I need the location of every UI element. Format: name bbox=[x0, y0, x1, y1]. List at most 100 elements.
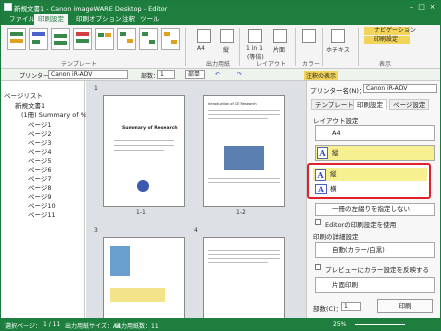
minimize-icon[interactable]: – bbox=[407, 3, 416, 11]
ribbon-separator bbox=[185, 28, 186, 66]
page-list-title: ページリスト bbox=[4, 92, 43, 100]
template-thumb-6[interactable] bbox=[117, 28, 136, 50]
zoom-slider[interactable] bbox=[355, 324, 405, 325]
duplex-select[interactable]: 片面印刷 bbox=[315, 277, 435, 293]
nup-icon[interactable] bbox=[248, 29, 262, 43]
page-label: 1-1 bbox=[136, 209, 146, 216]
copies-input[interactable]: 1 bbox=[157, 70, 175, 79]
paper-icon[interactable] bbox=[197, 29, 211, 43]
tree-document[interactable]: 新規文書1 bbox=[15, 102, 45, 110]
template-thumb-7[interactable] bbox=[139, 28, 158, 50]
group-label-view: 表示 bbox=[379, 61, 392, 68]
color-section-title: 印刷の詳細設定 bbox=[313, 233, 359, 241]
color-mode-select[interactable]: 自動(カラー/白黒) bbox=[315, 242, 435, 258]
color-icon[interactable] bbox=[302, 29, 316, 43]
page-thumbnail[interactable] bbox=[103, 237, 185, 318]
page-heading: Introduction of CE Research bbox=[208, 102, 257, 106]
tab-page-settings[interactable]: ページ設定 bbox=[389, 99, 430, 110]
redo-icon[interactable]: ↷ bbox=[237, 71, 242, 78]
binding-select[interactable]: 一冊の左綴りを指定しない bbox=[315, 203, 435, 216]
editor-settings-checkbox[interactable]: Editorの印刷設定を使用 bbox=[325, 219, 440, 229]
status-paper-size: 出力用紙サイズ：A4 bbox=[65, 323, 121, 330]
menu-bar: ファイル 印刷設定 印刷オプション 注釈 ツール bbox=[1, 13, 440, 25]
tab-print-settings[interactable]: 印刷設定 bbox=[353, 99, 387, 110]
preview-area: 1 Summary of Research 1-1 Introduction o… bbox=[86, 81, 306, 318]
orientation-button[interactable]: 縦 bbox=[223, 45, 229, 54]
template-thumb-8[interactable] bbox=[161, 28, 180, 50]
page-heading: Summary of Research bbox=[122, 126, 178, 131]
tree-page[interactable]: ページ4 bbox=[28, 148, 52, 156]
print-settings-toggle[interactable]: 印刷設定 bbox=[364, 36, 410, 44]
tree-page[interactable]: ページ2 bbox=[28, 130, 52, 138]
status-sheet-count: 出力用紙数：11 bbox=[115, 323, 159, 330]
page-list-pane: ページリスト 新規文書1 (1冊) Summary of % ページ1 ページ2… bbox=[1, 81, 87, 318]
page-thumbnail[interactable]: Summary of Research bbox=[103, 95, 185, 207]
table-image bbox=[110, 288, 165, 302]
staple-button[interactable]: ホチキス bbox=[326, 45, 350, 54]
toolbar: プリンター： Canon iR-ADV 部数： 1 部単 ↶ ↷ 注釈の表示 bbox=[1, 69, 440, 81]
photo-image bbox=[224, 146, 264, 170]
duplex-button[interactable]: 片面 bbox=[273, 45, 285, 54]
paper-button[interactable]: A4 bbox=[197, 45, 205, 52]
orientation-dropdown-list: 縦 A 横 A bbox=[307, 163, 431, 199]
group-label-layout: レイアウト bbox=[256, 61, 287, 68]
layout-section-title: レイアウト設定 bbox=[313, 117, 359, 125]
orientation-icon[interactable] bbox=[220, 29, 234, 43]
template-thumb-3[interactable] bbox=[51, 28, 70, 50]
checkbox-icon[interactable] bbox=[315, 219, 321, 225]
annotation-toggle[interactable]: 注釈の表示 bbox=[304, 71, 339, 80]
printer-select[interactable]: Canon iR-ADV bbox=[48, 70, 128, 79]
copies-input[interactable]: 1 bbox=[341, 302, 361, 311]
staple-icon[interactable] bbox=[331, 29, 345, 43]
portrait-icon: A bbox=[315, 169, 326, 181]
tree-page[interactable]: ページ11 bbox=[28, 211, 56, 219]
template-thumb-4[interactable] bbox=[73, 28, 92, 50]
tree-page[interactable]: ページ9 bbox=[28, 193, 52, 201]
portrait-icon: A bbox=[317, 147, 328, 159]
ribbon-separator bbox=[239, 28, 240, 66]
tree-page[interactable]: ページ1 bbox=[28, 121, 52, 129]
checkbox-icon[interactable] bbox=[315, 264, 321, 270]
tree-page[interactable]: ページ7 bbox=[28, 175, 52, 183]
ribbon: テンプレート A4 縦 出力用紙 1 in 1 (等倍) 片面 レイアウト カラ… bbox=[1, 25, 440, 69]
navigation-toggle[interactable]: ナビゲーション bbox=[364, 27, 416, 35]
menu-tools[interactable]: ツール bbox=[136, 14, 164, 25]
option-landscape[interactable]: 横 bbox=[313, 183, 427, 196]
tree-page[interactable]: ページ5 bbox=[28, 157, 52, 165]
tree-binder[interactable]: (1冊) Summary of % bbox=[21, 111, 87, 119]
status-bar: 選択ページ： 1 / 11 出力用紙サイズ：A4 出力用紙数：11 25% bbox=[1, 318, 440, 330]
zoom-level: 25% bbox=[333, 321, 347, 328]
paper-size-select[interactable]: A4 bbox=[315, 125, 435, 141]
group-label-paper: 出力用紙 bbox=[206, 61, 231, 68]
tree-page[interactable]: ページ8 bbox=[28, 184, 52, 192]
preview-color-checkbox[interactable]: プレビューにカラー設定を反映する bbox=[325, 264, 440, 274]
template-thumb-1[interactable] bbox=[7, 28, 26, 50]
template-thumb-2[interactable] bbox=[29, 28, 48, 50]
tab-template[interactable]: テンプレート bbox=[311, 99, 358, 110]
close-icon[interactable]: × bbox=[428, 3, 437, 11]
page-thumbnail[interactable] bbox=[203, 237, 285, 318]
app-icon bbox=[4, 3, 12, 11]
settings-pane: プリンター名(N)： Canon iR-ADV テンプレート 印刷設定 ページ設… bbox=[306, 81, 440, 318]
ribbon-separator bbox=[358, 28, 359, 66]
status-page-count: 1 / 11 bbox=[43, 321, 61, 328]
nup-button[interactable]: 1 in 1 bbox=[246, 45, 263, 52]
printer-name-select[interactable]: Canon iR-ADV bbox=[363, 84, 437, 93]
menu-print-settings[interactable]: 印刷設定 bbox=[34, 14, 68, 25]
template-thumb-5[interactable] bbox=[95, 28, 114, 50]
maximize-icon[interactable]: □ bbox=[417, 3, 426, 11]
collate-select[interactable]: 部単 bbox=[185, 70, 205, 79]
tree-page[interactable]: ページ6 bbox=[28, 166, 52, 174]
duplex-icon[interactable] bbox=[273, 29, 287, 43]
undo-icon[interactable]: ↶ bbox=[215, 71, 220, 78]
ribbon-separator bbox=[295, 28, 296, 66]
orientation-select[interactable]: 縦 bbox=[315, 145, 435, 161]
page-label: 1-2 bbox=[236, 209, 246, 216]
title-bar: 新規文書1 - Canon imageWARE Desktop - Editor… bbox=[1, 1, 440, 13]
group-label-color: カラー bbox=[302, 61, 321, 68]
tree-page[interactable]: ページ3 bbox=[28, 139, 52, 147]
print-button[interactable]: 印刷 bbox=[377, 299, 433, 313]
option-portrait[interactable]: 縦 bbox=[313, 168, 427, 181]
page-thumbnail[interactable]: Introduction of CE Research bbox=[203, 95, 285, 207]
tree-page[interactable]: ページ10 bbox=[28, 202, 56, 210]
